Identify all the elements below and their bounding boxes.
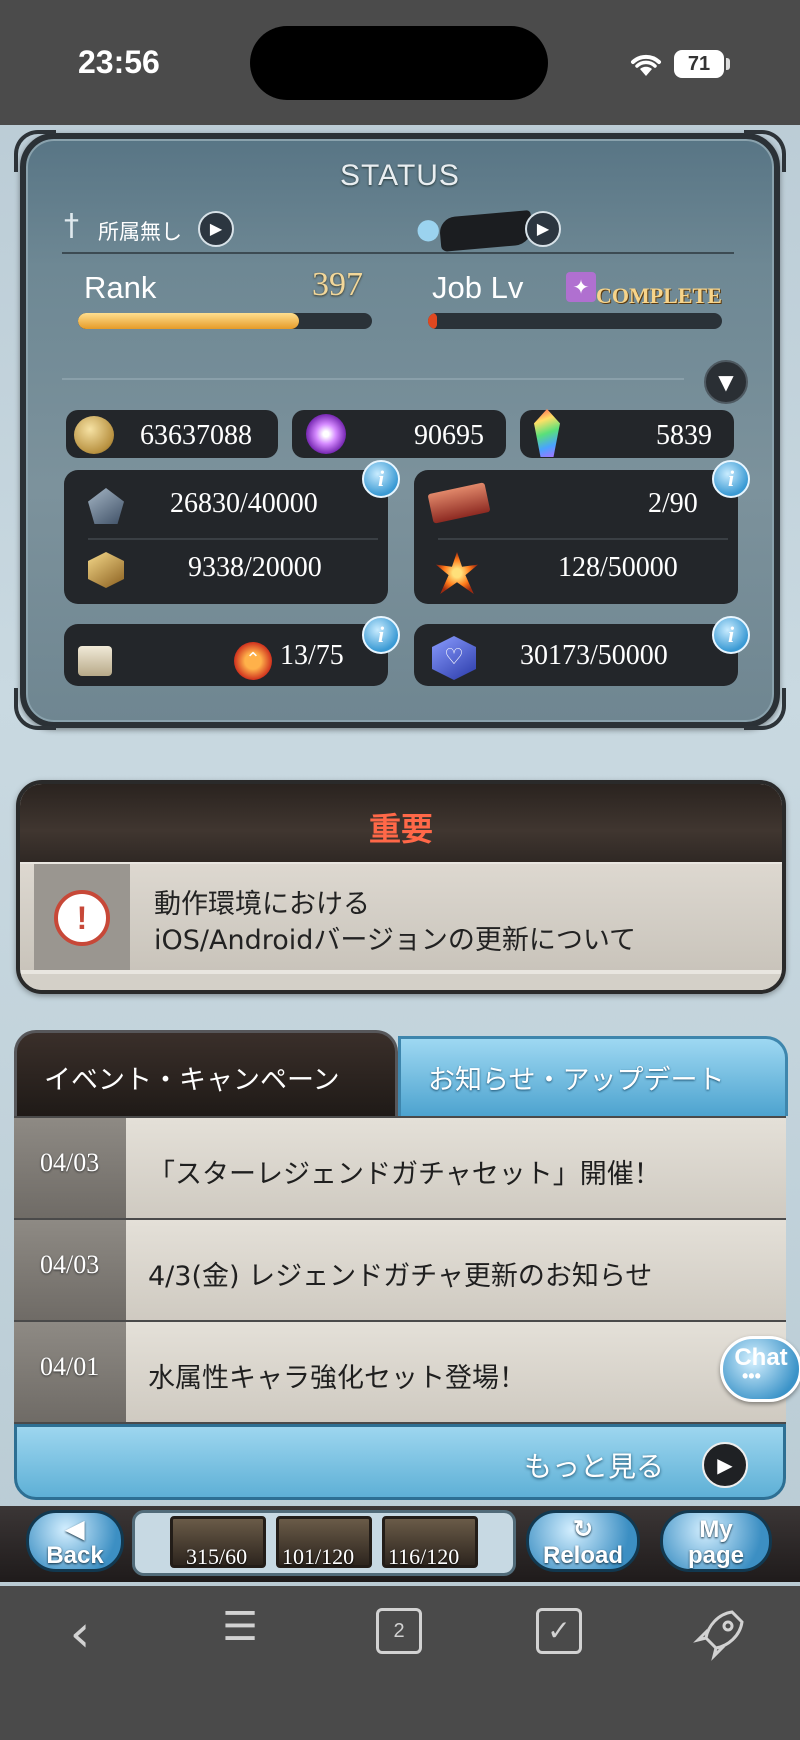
notice-footer bbox=[20, 974, 782, 990]
stamina-value-3: 116/120 bbox=[388, 1544, 460, 1569]
corner-ornament bbox=[14, 688, 56, 730]
battery-tip bbox=[726, 58, 730, 70]
chest-icon bbox=[78, 646, 112, 676]
news-date: 04/01 bbox=[40, 1352, 100, 1381]
job-progress-fill bbox=[428, 313, 437, 329]
divider bbox=[438, 538, 728, 540]
news-date: 04/03 bbox=[40, 1148, 100, 1177]
job-progress-bar bbox=[428, 313, 722, 329]
notice-title: 重要 bbox=[368, 810, 433, 848]
news-title: 4/3(金) レジェンドガチャ更新のお知らせ bbox=[148, 1261, 653, 1292]
info-button[interactable]: i bbox=[362, 616, 400, 654]
jewel-icon bbox=[306, 414, 346, 454]
more-label[interactable]: もっと見る bbox=[524, 1445, 664, 1485]
back-label: Back bbox=[46, 1542, 104, 1569]
guild-label: 所属無し bbox=[98, 220, 182, 244]
news-item[interactable]: 04/03 「スターレジェンドガチャセット」開催！ bbox=[14, 1118, 786, 1218]
job-complete-badge: COMPLETE bbox=[596, 283, 722, 308]
corner-ornament bbox=[744, 688, 786, 730]
gem-value: 5839 bbox=[656, 420, 712, 451]
checkbox-icon[interactable]: ✓ bbox=[536, 1608, 582, 1654]
my-page-label-line2: page bbox=[687, 1542, 744, 1569]
news-list: 04/03 「スターレジェンドガチャセット」開催！ 04/03 4/3(金) レ… bbox=[14, 1116, 786, 1424]
divider bbox=[62, 378, 684, 380]
weapon-count: 26830/40000 bbox=[170, 488, 318, 519]
news-date: 04/03 bbox=[40, 1250, 100, 1279]
reload-icon: ↻ bbox=[572, 1516, 594, 1543]
corner-ornament bbox=[14, 130, 56, 172]
my-page-label-line1: My bbox=[699, 1516, 733, 1543]
jewel-value: 90695 bbox=[414, 420, 484, 451]
summon-count: 9338/20000 bbox=[188, 552, 322, 583]
news-date-cell: 04/01 bbox=[14, 1322, 126, 1422]
clock: 23:56 bbox=[78, 44, 160, 80]
more-bar[interactable] bbox=[14, 1424, 786, 1500]
reload-button[interactable]: ↻ Reload bbox=[526, 1510, 640, 1572]
back-button[interactable]: ◀ Back bbox=[26, 1510, 124, 1572]
divider bbox=[88, 538, 378, 540]
rank-up-count: 13/75 bbox=[280, 640, 344, 671]
notice-text-line1: 動作環境における bbox=[154, 889, 370, 920]
burst-count: 128/50000 bbox=[558, 552, 678, 583]
news-item[interactable]: 04/03 4/3(金) レジェンドガチャ更新のお知らせ bbox=[14, 1220, 786, 1320]
status-title: STATUS bbox=[340, 159, 460, 192]
tab-news-label: お知らせ・アップデート bbox=[428, 1065, 725, 1096]
more-play-button[interactable]: ▶ bbox=[702, 1442, 748, 1488]
alert-icon: ! bbox=[54, 890, 110, 946]
job-level-label: Job Lv bbox=[432, 270, 524, 305]
my-page-button[interactable]: My page bbox=[660, 1510, 772, 1572]
info-button[interactable]: i bbox=[362, 460, 400, 498]
heart-count: 30173/50000 bbox=[520, 640, 668, 671]
rank-label: Rank bbox=[84, 270, 157, 305]
rank-up-icon: ⌃ bbox=[234, 642, 272, 680]
stamina-value-1: 315/60 bbox=[186, 1544, 248, 1569]
crystal-coin-icon bbox=[74, 416, 114, 454]
tab-events-label: イベント・キャンペーン bbox=[44, 1065, 340, 1096]
notice-text-line2: iOS/Androidバージョンの更新について bbox=[154, 925, 637, 956]
sword-icon: † bbox=[64, 208, 79, 243]
crystal-value: 63637088 bbox=[140, 420, 252, 451]
rank-progress-bar bbox=[78, 313, 372, 329]
battery-indicator: 71 bbox=[674, 50, 724, 78]
news-title: 水属性キャラ強化セット登場！ bbox=[148, 1363, 526, 1394]
chat-dots-icon: ••• bbox=[742, 1366, 761, 1386]
wifi-icon bbox=[631, 54, 661, 76]
tabs-icon[interactable]: 2 bbox=[376, 1608, 422, 1654]
rocket-icon[interactable] bbox=[690, 1604, 750, 1664]
info-button[interactable]: i bbox=[712, 460, 750, 498]
news-date-cell: 04/03 bbox=[14, 1220, 126, 1320]
news-title: 「スターレジェンドガチャセット」開催！ bbox=[148, 1159, 661, 1190]
back-arrow-icon: ◀ bbox=[65, 1516, 85, 1543]
info-button[interactable]: i bbox=[712, 616, 750, 654]
news-item[interactable]: 04/01 水属性キャラ強化セット登場！ bbox=[14, 1322, 786, 1422]
important-notice-panel: 重要 ! 動作環境における iOS/Androidバージョンの更新について bbox=[16, 780, 786, 994]
divider bbox=[62, 252, 734, 254]
rank-value: 397 bbox=[312, 266, 363, 303]
corner-ornament bbox=[744, 130, 786, 172]
expand-button[interactable]: ▼ bbox=[704, 360, 748, 404]
rank-progress-fill bbox=[78, 313, 299, 329]
stamina-value-2: 101/120 bbox=[282, 1544, 355, 1569]
dynamic-island bbox=[250, 26, 548, 100]
staff-icon: ✦ bbox=[566, 272, 596, 302]
profile-play-button[interactable]: ▶ bbox=[525, 211, 561, 247]
chevron-left-icon[interactable]: ‹ bbox=[50, 1604, 110, 1664]
guild-play-button[interactable]: ▶ bbox=[198, 211, 234, 247]
reload-label: Reload bbox=[542, 1542, 623, 1569]
ticket-count: 2/90 bbox=[648, 488, 698, 519]
hamburger-menu-icon[interactable]: ☰ bbox=[210, 1604, 270, 1650]
user-icon: ● bbox=[416, 212, 441, 245]
news-date-cell: 04/03 bbox=[14, 1118, 126, 1218]
